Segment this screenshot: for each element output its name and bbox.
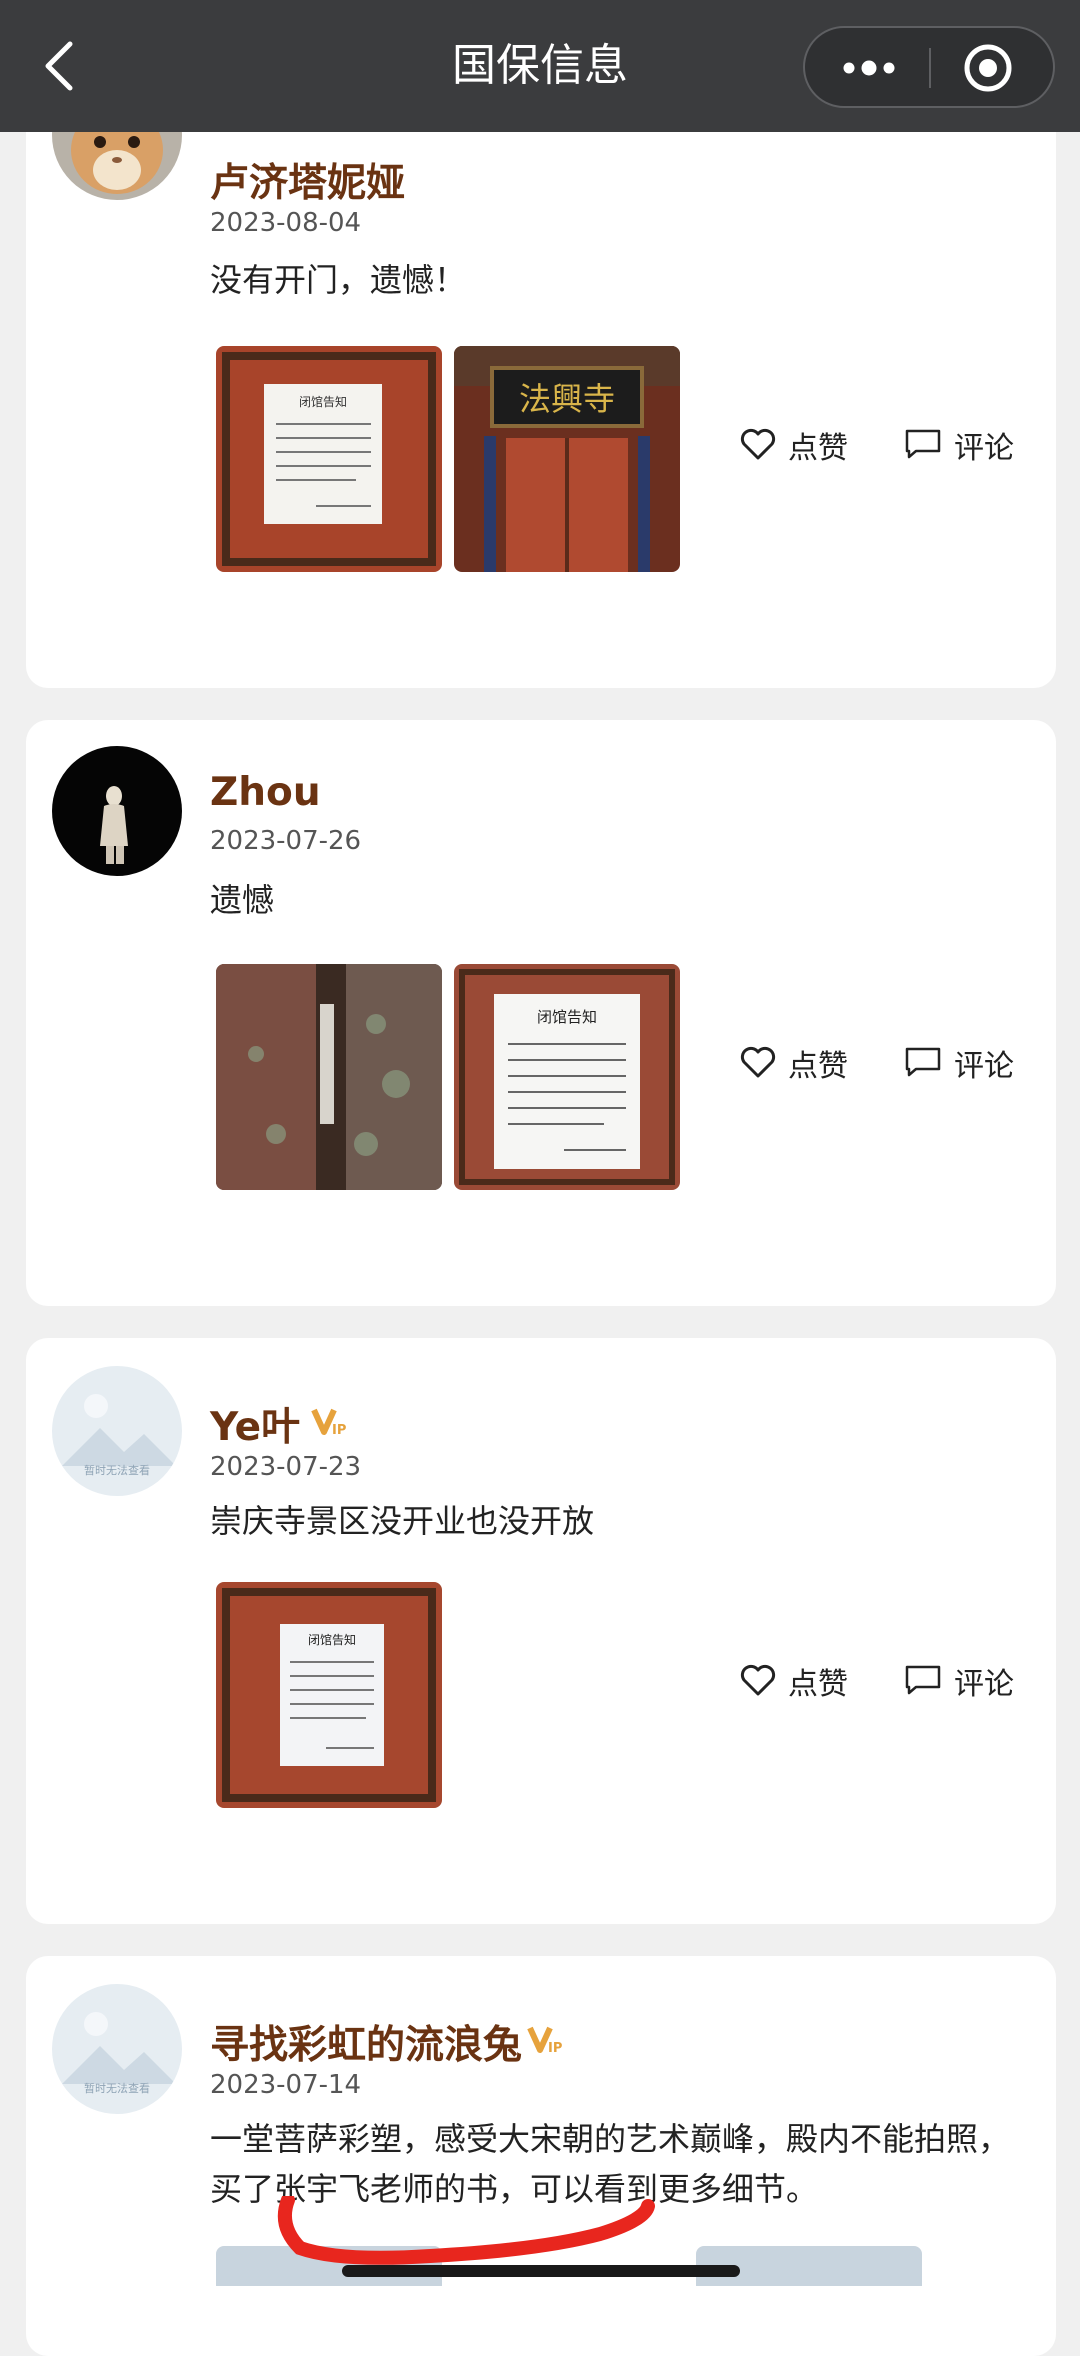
red-underline-annotation <box>278 2196 655 2265</box>
comment-label: 评论 <box>954 1667 1014 1702</box>
post-content: 没有开门，遗憾！ <box>210 261 467 299</box>
comment-button[interactable]: 评论 <box>904 418 1030 468</box>
like-label: 点赞 <box>788 1667 848 1702</box>
avatar[interactable]: 暂时无法查看 <box>52 1984 182 2114</box>
heart-icon <box>740 1664 776 1696</box>
like-button[interactable]: 点赞 <box>740 418 860 468</box>
vip-badge-icon: IP <box>311 1408 346 1438</box>
heart-icon <box>740 428 776 460</box>
avatar-placeholder-text: 暂时无法查看 <box>84 1463 150 1477</box>
notice-sign-title: 闭馆告知 <box>537 1008 597 1026</box>
avatar[interactable]: 暂时无法查看 <box>52 1366 182 1496</box>
username[interactable]: 卢济塔妮娅 <box>210 152 405 208</box>
post-card: 暂时无法查看 寻找彩虹的流浪兔 IP 2023-07-14 一堂菩萨彩塑，感受大… <box>26 1956 1056 2356</box>
post-image[interactable]: 法興寺 <box>454 346 680 572</box>
post-actions: 点赞 评论 <box>740 1654 1030 1704</box>
comment-label: 评论 <box>954 431 1014 466</box>
post-date: 2023-08-04 <box>210 208 362 238</box>
post-image[interactable] <box>216 964 442 1190</box>
plaque-text: 法興寺 <box>519 380 615 418</box>
like-button[interactable]: 点赞 <box>740 1036 860 1086</box>
post-card: 暂时无法查看 Ye叶 IP 2023-07-23 崇庆寺景区没开业也没开放 闭馆… <box>26 1338 1056 1924</box>
comment-label: 评论 <box>954 1049 1014 1084</box>
svg-text:IP: IP <box>332 1423 346 1438</box>
post-card: 卢济塔妮娅 2023-08-04 没有开门，遗憾！ 闭馆告知 法興寺 点赞 评论 <box>26 70 1056 688</box>
notice-sign-title: 闭馆告知 <box>308 1632 356 1647</box>
comment-icon <box>905 1665 941 1695</box>
post-image[interactable]: 闭馆告知 <box>216 1582 442 1808</box>
vip-badge-icon: IP <box>527 2026 562 2056</box>
comment-button[interactable]: 评论 <box>904 1036 1030 1086</box>
post-date: 2023-07-23 <box>210 1452 362 1482</box>
avatar-placeholder-text: 暂时无法查看 <box>84 2081 150 2095</box>
heart-icon <box>740 1046 776 1078</box>
username[interactable]: Zhou <box>210 770 321 815</box>
svg-text:IP: IP <box>548 2041 562 2056</box>
mini-program-capsule <box>803 26 1055 108</box>
like-label: 点赞 <box>788 431 848 466</box>
comment-button[interactable]: 评论 <box>904 1654 1030 1704</box>
post-date: 2023-07-14 <box>210 2070 362 2100</box>
post-content: 遗憾 <box>210 881 275 919</box>
notice-sign-title: 闭馆告知 <box>299 394 347 409</box>
avatar[interactable] <box>52 746 182 876</box>
navigation-bar: 国保信息 <box>0 0 1080 132</box>
comment-icon <box>905 429 941 459</box>
comment-icon <box>905 1047 941 1077</box>
capsule-divider <box>929 48 931 88</box>
username[interactable]: Ye叶 <box>210 1396 300 1452</box>
post-image[interactable]: 闭馆告知 <box>454 964 680 1190</box>
post-actions: 点赞 评论 <box>740 1036 1030 1086</box>
post-actions: 点赞 评论 <box>740 418 1030 468</box>
post-card: Zhou 2023-07-26 遗憾 闭馆告知 点赞 评论 <box>26 720 1056 1306</box>
post-image[interactable]: 闭馆告知 <box>216 346 442 572</box>
post-date: 2023-07-26 <box>210 826 362 856</box>
like-button[interactable]: 点赞 <box>740 1654 860 1704</box>
username[interactable]: 寻找彩虹的流浪兔 <box>210 2014 522 2070</box>
close-mini-program-icon[interactable] <box>962 42 1014 94</box>
post-content: 崇庆寺景区没开业也没开放 <box>210 1502 595 1540</box>
more-icon[interactable] <box>841 50 897 86</box>
like-label: 点赞 <box>788 1049 848 1084</box>
